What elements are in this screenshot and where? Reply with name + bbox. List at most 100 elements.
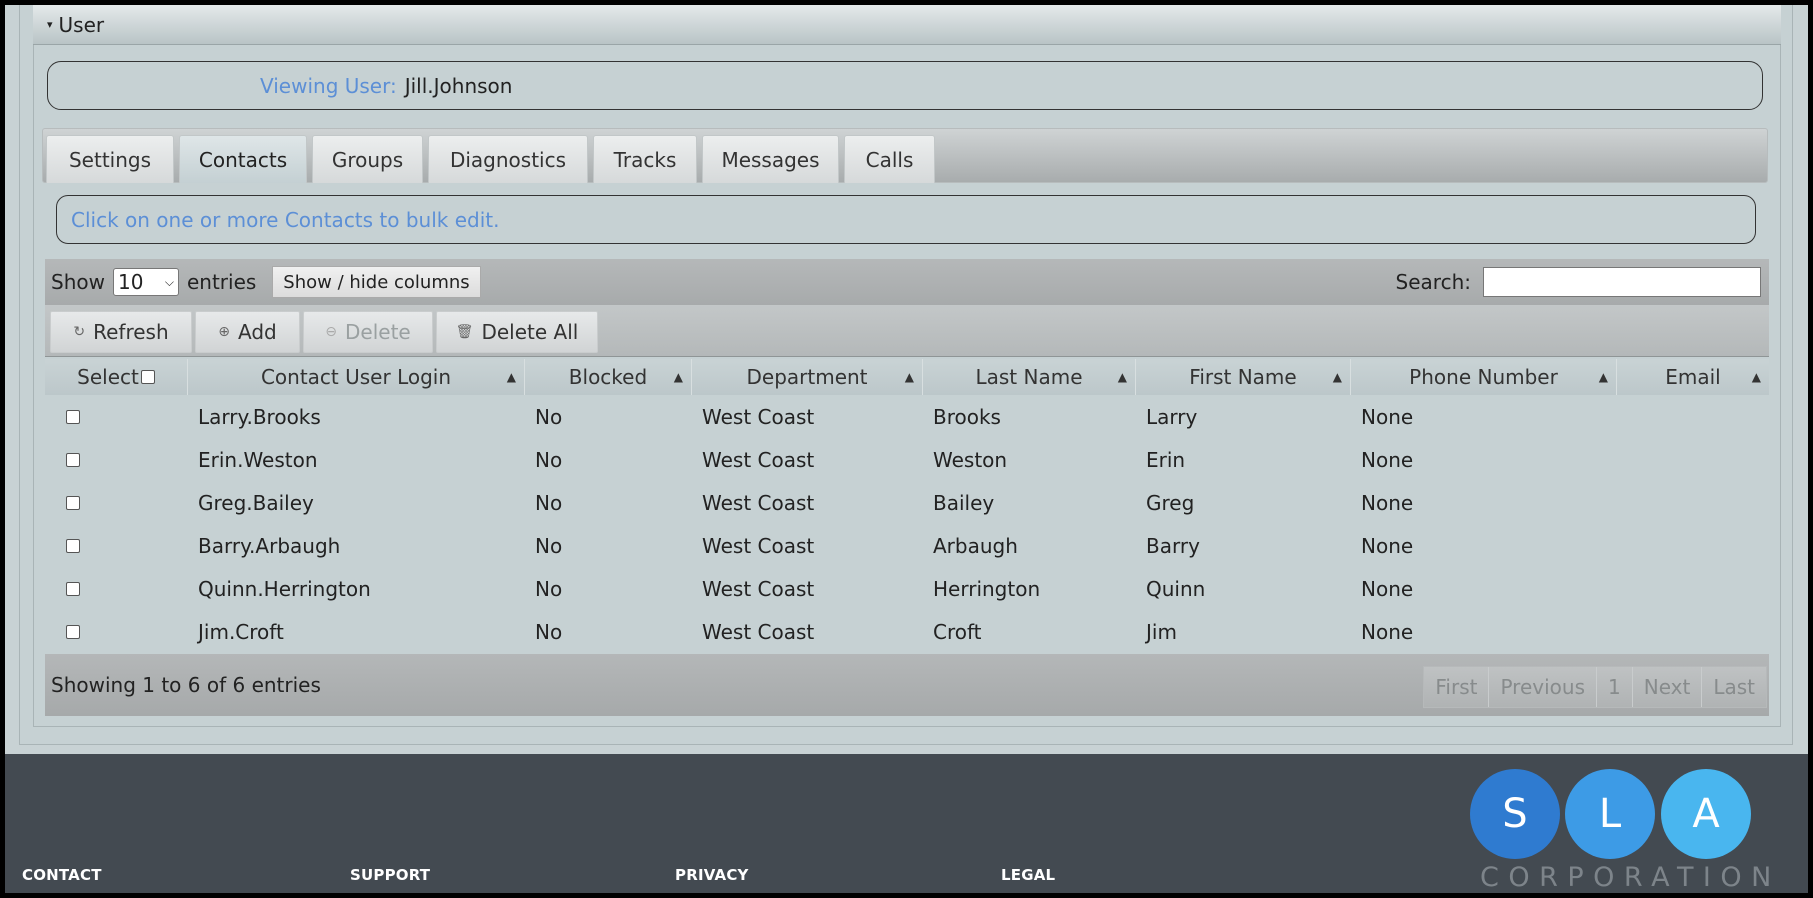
- pager-page-1[interactable]: 1: [1597, 667, 1633, 707]
- pager-first[interactable]: First: [1424, 667, 1490, 707]
- delete-all-button[interactable]: 🗑 Delete All: [436, 311, 598, 353]
- sort-icon: ▲︎: [1332, 370, 1342, 384]
- search-input[interactable]: [1483, 267, 1761, 297]
- cell-blocked: No: [535, 490, 563, 515]
- trash-icon: 🗑: [455, 324, 474, 340]
- refresh-label: Refresh: [93, 320, 169, 344]
- cell-first-name: Quinn: [1146, 576, 1206, 601]
- table-row[interactable]: Larry.Brooks No West Coast Brooks Larry …: [45, 395, 1769, 438]
- column-header-phone[interactable]: Phone Number ▲︎: [1351, 359, 1617, 395]
- cell-phone: None: [1361, 576, 1414, 601]
- cell-login: Quinn.Herrington: [198, 576, 371, 601]
- row-checkbox[interactable]: [66, 582, 80, 596]
- length-show-label: Show: [51, 270, 105, 294]
- column-header-department[interactable]: Department ▲︎: [692, 359, 923, 395]
- logo-circle-s: S: [1470, 769, 1560, 859]
- refresh-button[interactable]: ↻ Refresh: [50, 311, 192, 353]
- section-title: User: [58, 12, 105, 37]
- column-label: Last Name: [975, 365, 1083, 389]
- column-header-select[interactable]: Select: [45, 359, 188, 395]
- table-row[interactable]: Barry.Arbaugh No West Coast Arbaugh Barr…: [45, 524, 1769, 567]
- cell-blocked: No: [535, 447, 563, 472]
- cell-last-name: Arbaugh: [933, 533, 1018, 558]
- footer-link-contact[interactable]: CONTACT: [22, 866, 102, 884]
- page-length-select[interactable]: 10 ⌵: [112, 268, 179, 296]
- cell-phone: None: [1361, 619, 1414, 644]
- tab-settings[interactable]: Settings: [46, 135, 174, 183]
- logo-circle-a: A: [1661, 769, 1751, 859]
- cell-login: Jim.Croft: [198, 619, 284, 644]
- cell-login: Greg.Bailey: [198, 490, 314, 515]
- site-footer: CONTACT SUPPORT PRIVACY LEGAL S L A CORP…: [5, 754, 1808, 893]
- cell-phone: None: [1361, 447, 1414, 472]
- cell-last-name: Herrington: [933, 576, 1041, 601]
- column-label: Phone Number: [1409, 365, 1558, 389]
- column-label: Select: [77, 365, 139, 389]
- tab-calls[interactable]: Calls: [844, 135, 935, 183]
- logo-wordmark: CORPORATION: [1480, 862, 1781, 893]
- row-checkbox[interactable]: [66, 539, 80, 553]
- row-checkbox[interactable]: [66, 453, 80, 467]
- bulk-edit-hint: Click on one or more Contacts to bulk ed…: [56, 195, 1756, 244]
- cell-login: Larry.Brooks: [198, 404, 321, 429]
- cell-department: West Coast: [702, 447, 815, 472]
- tab-groups[interactable]: Groups: [312, 135, 423, 183]
- table-controls: Show 10 ⌵ entries Show / hide columns Se…: [45, 259, 1769, 305]
- column-header-email[interactable]: Email ▲︎: [1617, 359, 1769, 395]
- select-all-checkbox[interactable]: [140, 370, 155, 384]
- column-label: Email: [1665, 365, 1721, 389]
- column-header-login[interactable]: Contact User Login ▲︎: [188, 359, 525, 395]
- cell-blocked: No: [535, 404, 563, 429]
- chevron-down-icon: ⌵: [164, 274, 174, 289]
- table-info: Showing 1 to 6 of 6 entries: [51, 673, 321, 697]
- app-frame: ▾ User Viewing User: Jill.Johnson Settin…: [5, 5, 1808, 893]
- cell-blocked: No: [535, 576, 563, 601]
- delete-all-label: Delete All: [481, 320, 579, 344]
- sort-icon: ▲︎: [1598, 370, 1608, 384]
- tab-diagnostics[interactable]: Diagnostics: [428, 135, 588, 183]
- sort-icon: ▲︎: [506, 370, 516, 384]
- table-row[interactable]: Quinn.Herrington No West Coast Herringto…: [45, 567, 1769, 610]
- sort-icon: ▲︎: [1751, 370, 1761, 384]
- cell-last-name: Weston: [933, 447, 1008, 472]
- cell-last-name: Bailey: [933, 490, 995, 515]
- tab-tracks[interactable]: Tracks: [593, 135, 697, 183]
- cell-department: West Coast: [702, 533, 815, 558]
- footer-link-privacy[interactable]: PRIVACY: [675, 866, 749, 884]
- table-row[interactable]: Jim.Croft No West Coast Croft Jim None: [45, 610, 1769, 653]
- sort-icon: ▲︎: [1117, 370, 1127, 384]
- action-toolbar: ↻ Refresh ⊕ Add ⊖ Delete 🗑 Delete All: [45, 305, 1769, 357]
- row-checkbox[interactable]: [66, 496, 80, 510]
- table-body: Larry.Brooks No West Coast Brooks Larry …: [45, 395, 1769, 653]
- table-footer: Showing 1 to 6 of 6 entries First Previo…: [45, 654, 1769, 716]
- footer-link-support[interactable]: SUPPORT: [350, 866, 430, 884]
- table-row[interactable]: Erin.Weston No West Coast Weston Erin No…: [45, 438, 1769, 481]
- column-header-first-name[interactable]: First Name ▲︎: [1136, 359, 1351, 395]
- pager-next[interactable]: Next: [1633, 667, 1703, 707]
- search-label: Search:: [1395, 270, 1471, 294]
- tab-messages[interactable]: Messages: [702, 135, 839, 183]
- viewing-user-box: Viewing User: Jill.Johnson: [47, 61, 1763, 110]
- viewing-user-name: Jill.Johnson: [404, 73, 513, 98]
- row-checkbox[interactable]: [66, 625, 80, 639]
- logo-circle-l: L: [1565, 769, 1655, 859]
- pager-last[interactable]: Last: [1702, 667, 1766, 707]
- cell-department: West Coast: [702, 576, 815, 601]
- user-section-header[interactable]: ▾ User: [33, 5, 1781, 45]
- table-row[interactable]: Greg.Bailey No West Coast Bailey Greg No…: [45, 481, 1769, 524]
- tab-contacts[interactable]: Contacts: [179, 135, 307, 183]
- viewing-user-label: Viewing User:: [260, 73, 397, 98]
- cell-first-name: Jim: [1146, 619, 1177, 644]
- show-hide-columns-button[interactable]: Show / hide columns: [272, 266, 481, 298]
- sort-icon: ▲︎: [904, 370, 914, 384]
- column-header-last-name[interactable]: Last Name ▲︎: [923, 359, 1136, 395]
- row-checkbox[interactable]: [66, 410, 80, 424]
- page-length-value: 10: [117, 270, 144, 294]
- footer-link-legal[interactable]: LEGAL: [1001, 866, 1055, 884]
- cell-login: Erin.Weston: [198, 447, 318, 472]
- column-header-blocked[interactable]: Blocked ▲︎: [525, 359, 692, 395]
- pager-previous[interactable]: Previous: [1489, 667, 1597, 707]
- add-button[interactable]: ⊕ Add: [195, 311, 300, 353]
- cell-login: Barry.Arbaugh: [198, 533, 341, 558]
- delete-button[interactable]: ⊖ Delete: [303, 311, 433, 353]
